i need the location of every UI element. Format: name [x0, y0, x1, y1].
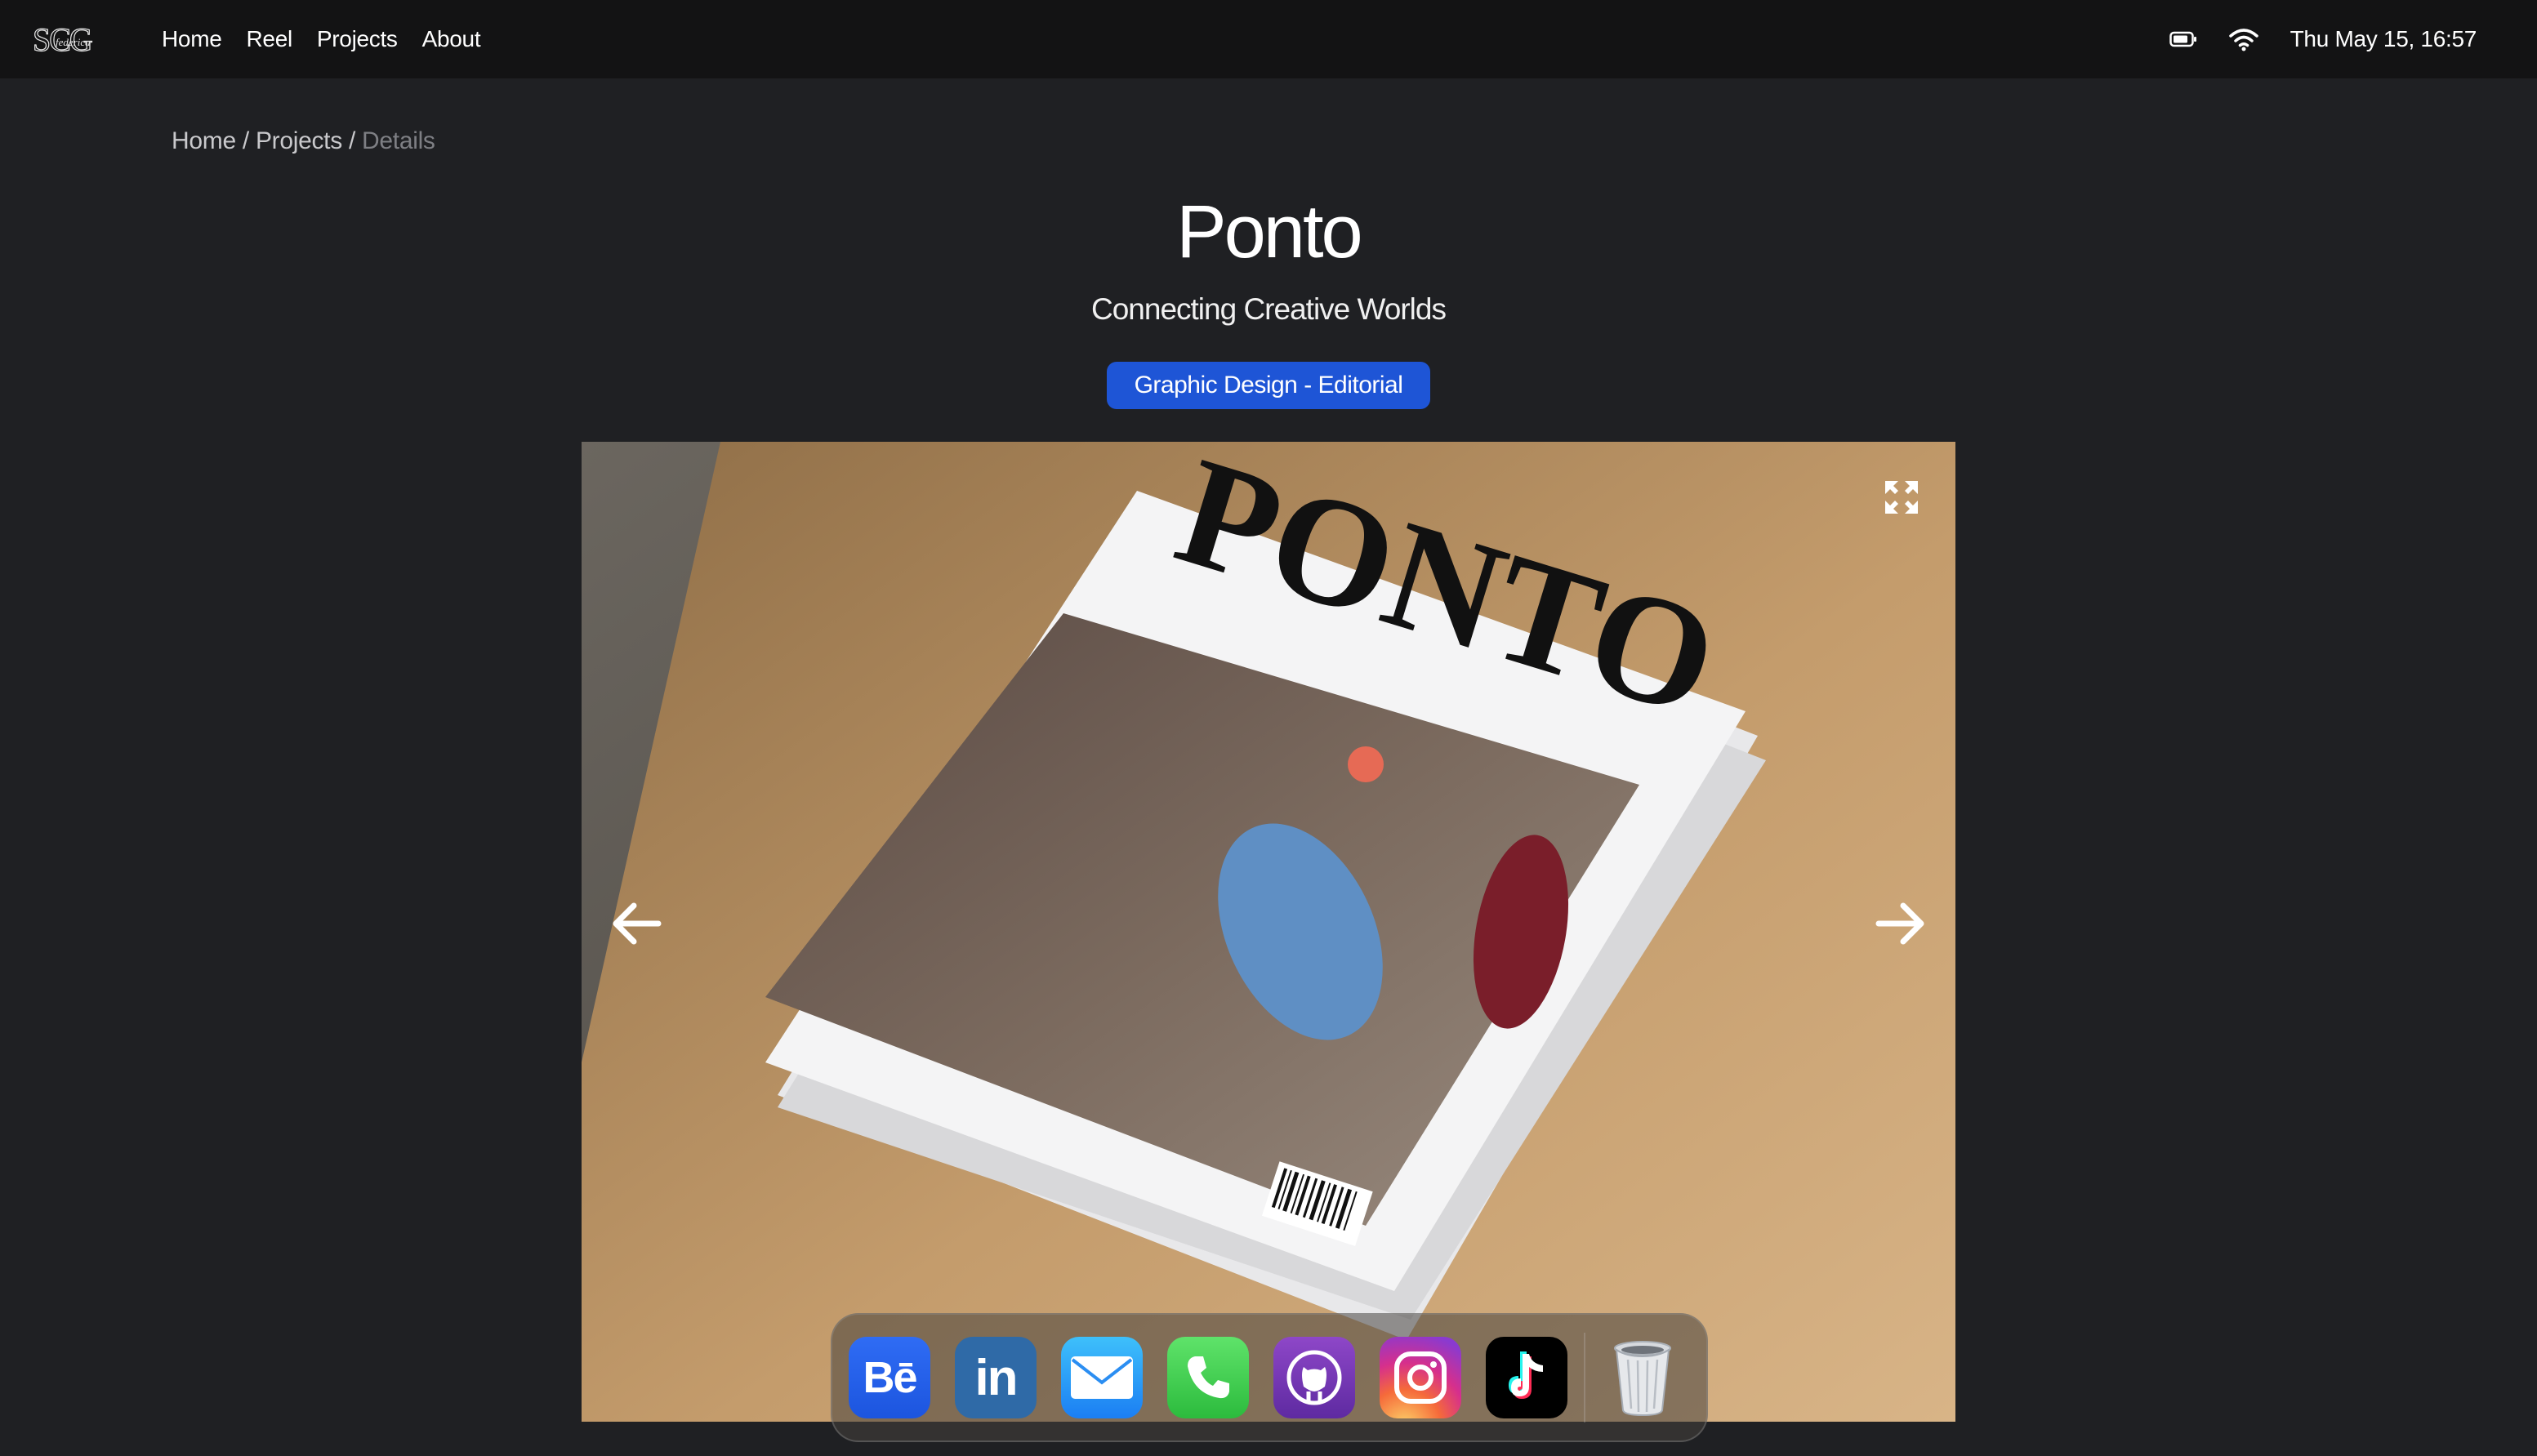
nav-reel[interactable]: Reel [247, 26, 293, 52]
instagram-icon[interactable] [1380, 1337, 1461, 1418]
category-badge[interactable]: Graphic Design - Editorial [1107, 362, 1430, 409]
wifi-icon [2228, 29, 2258, 51]
main-nav: Home Reel Projects About [162, 0, 481, 78]
svg-text:federica: federica [56, 36, 91, 48]
nav-home[interactable]: Home [162, 26, 222, 52]
breadcrumb-home[interactable]: Home [172, 127, 236, 154]
arrow-right-icon[interactable] [1872, 899, 1929, 948]
phone-icon[interactable] [1167, 1337, 1249, 1418]
status-area: Thu May 15, 16:57 [2169, 0, 2477, 78]
github-icon[interactable] [1273, 1337, 1355, 1418]
expand-icon[interactable] [1882, 478, 1921, 517]
clock[interactable]: Thu May 15, 16:57 [2290, 26, 2477, 52]
linkedin-glyph: in [974, 1349, 1018, 1406]
page-title: Ponto [1176, 190, 1362, 274]
behance-icon[interactable]: Bē [849, 1337, 930, 1418]
image-gallery: PONTO [582, 442, 1955, 1422]
nav-projects[interactable]: Projects [317, 26, 398, 52]
breadcrumb: Home / Projects / Details [172, 127, 435, 155]
battery-icon [2169, 31, 2196, 47]
linkedin-icon[interactable]: in [955, 1337, 1037, 1418]
dock: Bē in [831, 1313, 1708, 1442]
trash-icon[interactable] [1602, 1337, 1683, 1418]
logo[interactable]: SCG federica [33, 18, 113, 60]
nav-about[interactable]: About [422, 26, 481, 52]
dock-separator [1584, 1333, 1585, 1423]
tiktok-icon[interactable] [1486, 1337, 1567, 1418]
mail-icon[interactable] [1061, 1337, 1143, 1418]
arrow-left-icon[interactable] [608, 899, 665, 948]
menu-bar: SCG federica Home Reel Projects About Th… [0, 0, 2537, 78]
gallery-image: PONTO [582, 442, 1955, 1422]
breadcrumb-separator: / [235, 127, 256, 154]
breadcrumb-current: Details [362, 127, 435, 154]
page-subtitle: Connecting Creative Worlds [1091, 292, 1447, 326]
behance-glyph: Bē [863, 1353, 917, 1402]
breadcrumb-separator: / [341, 127, 363, 154]
breadcrumb-projects[interactable]: Projects [256, 127, 342, 154]
